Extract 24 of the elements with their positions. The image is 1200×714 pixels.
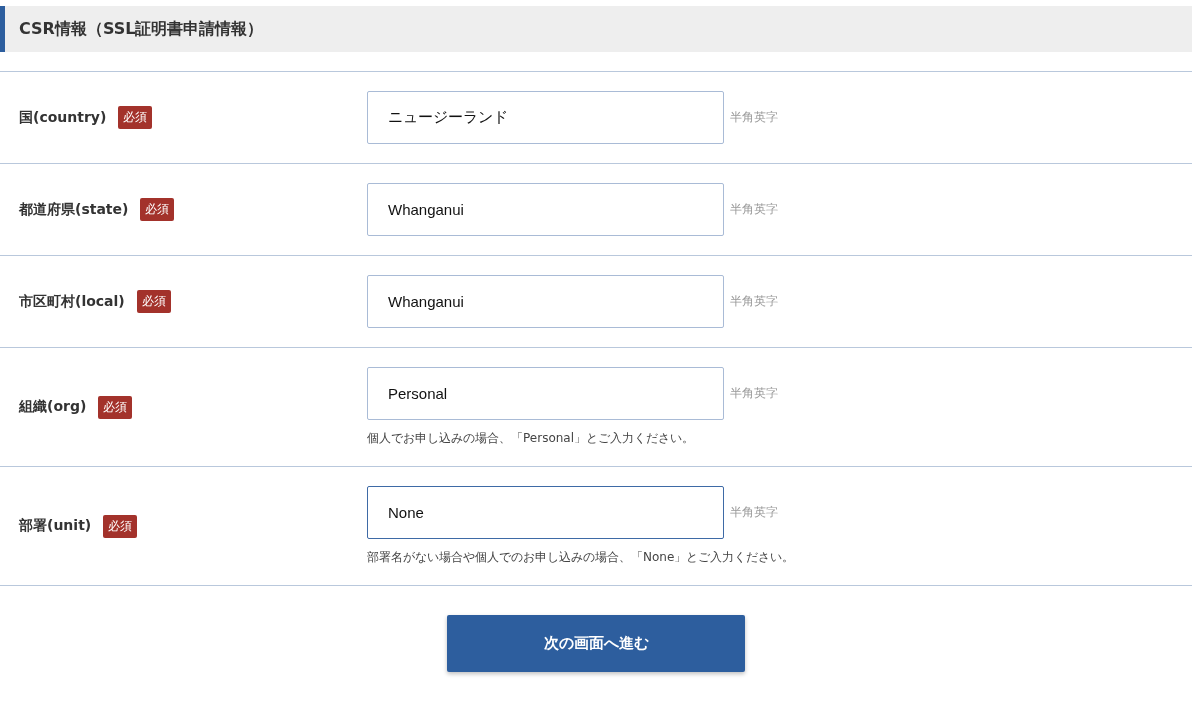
input-hint: 半角英字	[730, 504, 778, 521]
input-field[interactable]: None	[367, 486, 724, 539]
required-badge: 必須	[103, 514, 138, 538]
required-badge: 必須	[98, 395, 133, 419]
required-badge: 必須	[118, 106, 153, 129]
required-badge: 必須	[140, 198, 175, 221]
next-button[interactable]: 次の画面へ進む	[447, 615, 745, 672]
input-hint: 半角英字	[730, 293, 778, 310]
input-hint: 半角英字	[730, 109, 778, 126]
input-field[interactable]: Whanganui	[367, 183, 724, 236]
input-hint: 半角英字	[730, 201, 778, 218]
field-label: 市区町村(local)	[19, 292, 125, 311]
input-field[interactable]: ニュージーランド	[367, 91, 724, 144]
input-field[interactable]: Whanganui	[367, 275, 724, 328]
section-title: CSR情報（SSL証明書申請情報）	[19, 18, 264, 40]
field-label: 都道府県(state)	[19, 200, 129, 219]
input-field[interactable]: Personal	[367, 367, 724, 420]
required-badge: 必須	[136, 290, 171, 313]
field-label: 国(country)	[19, 108, 107, 127]
field-note: 部署名がない場合や個人でのお申し込みの場合、「None」とご入力ください。	[367, 549, 795, 566]
field-label: 組織(org)	[19, 398, 87, 416]
field-label: 部署(unit)	[19, 517, 92, 535]
input-hint: 半角英字	[730, 385, 778, 402]
field-note: 個人でお申し込みの場合、「Personal」とご入力ください。	[367, 430, 695, 447]
